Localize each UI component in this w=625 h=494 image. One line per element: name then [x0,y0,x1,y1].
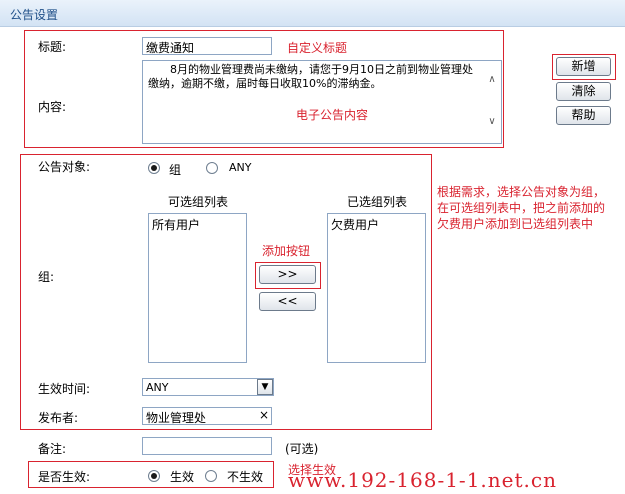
effective-time-value: ANY [146,381,169,394]
content-annotation: 电子公告内容 [296,108,369,122]
enabled-no-radio[interactable] [205,470,217,482]
add-button-annotation: 添加按钮 [262,244,311,258]
enabled-yes-radio[interactable] [148,470,160,482]
available-group-list[interactable]: 所有用户 [148,213,247,363]
title-label: 标题: [38,40,67,54]
target-any-label: ANY [229,161,252,174]
selected-list-title: 已选组列表 [347,195,408,209]
move-right-button[interactable]: >> [259,265,316,284]
panel-header: 公告设置 [0,0,625,27]
group-label: 组: [38,270,55,284]
content-text: 8月的物业管理费尚未缴纳，请您于9月10日之前到物业管理处缴纳，逾期不缴，届时每… [148,63,473,90]
help-button[interactable]: 帮助 [556,106,611,125]
title-input[interactable]: 缴费通知 [142,37,272,55]
target-group-label: 组 [169,163,182,177]
scroll-up-icon[interactable]: ∧ [484,74,500,90]
publisher-input[interactable]: 物业管理处 [142,407,272,425]
publisher-label: 发布者: [38,411,79,425]
effective-time-select[interactable]: ANY [142,378,274,396]
watermark-text: www.192-168-1-1.net.cn [288,468,557,492]
move-left-button[interactable]: << [259,292,316,311]
scroll-down-icon[interactable]: ∨ [484,116,500,132]
list-item[interactable]: 欠费用户 [331,216,422,233]
target-any-radio[interactable] [206,162,218,174]
selected-group-list[interactable]: 欠费用户 [327,213,426,363]
publisher-value: 物业管理处 [146,411,207,425]
enabled-yes-label: 生效 [170,470,195,484]
effective-time-label: 生效时间: [38,382,91,396]
target-label: 公告对象: [38,160,91,174]
clear-icon[interactable]: × [259,408,269,422]
content-label: 内容: [38,100,67,114]
remark-input[interactable] [142,437,272,455]
remark-label: 备注: [38,442,67,456]
available-list-title: 可选组列表 [168,195,229,209]
list-item[interactable]: 所有用户 [152,216,243,233]
title-annotation: 自定义标题 [287,41,348,55]
remark-hint: (可选) [285,442,319,456]
enabled-label: 是否生效: [38,470,91,484]
clear-button[interactable]: 清除 [556,82,611,101]
add-button[interactable]: 新增 [556,57,611,76]
chevron-down-icon[interactable]: ▼ [257,379,273,395]
target-group-radio[interactable] [148,162,160,174]
enabled-no-label: 不生效 [227,470,264,484]
panel-title: 公告设置 [10,8,59,22]
content-textarea[interactable]: 8月的物业管理费尚未缴纳，请您于9月10日之前到物业管理处缴纳，逾期不缴，届时每… [142,60,502,144]
target-annotation: 根据需求，选择公告对象为组，在可选组列表中，把之前添加的欠费用户添加到已选组列表… [437,185,606,231]
